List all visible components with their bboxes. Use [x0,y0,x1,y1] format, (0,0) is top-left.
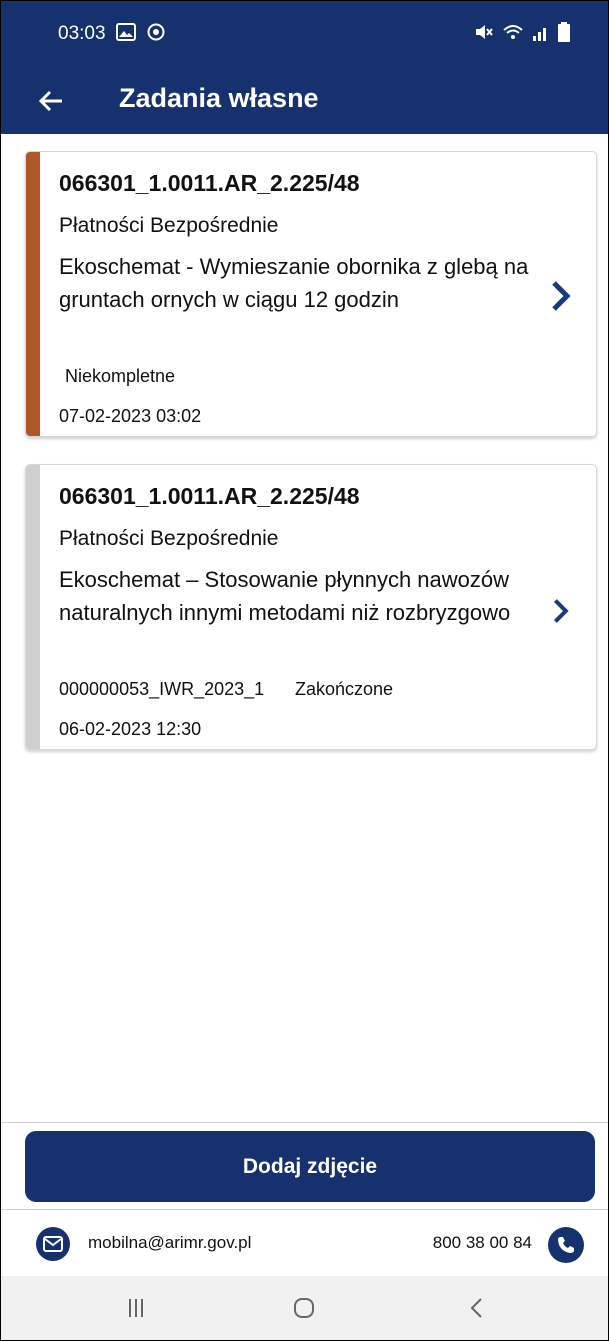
task-description: Ekoschemat – Stosowanie płynnych nawozów… [59,567,511,625]
task-status-stripe [26,152,40,436]
task-card[interactable]: 066301_1.0011.AR_2.225/48 Płatności Bezp… [25,464,597,750]
task-card[interactable]: 066301_1.0011.AR_2.225/48 Płatności Bezp… [25,151,597,437]
back-button[interactable] [34,84,68,118]
signal-icon [533,28,546,41]
home-button[interactable] [284,1290,324,1326]
status-right-icons [474,22,570,42]
task-description: Ekoschemat - Wymieszanie obornika z gleb… [59,254,529,312]
envelope-icon [43,1236,63,1252]
chevron-right-icon [553,599,569,623]
chevron-right-icon [552,281,571,311]
home-icon [294,1298,314,1318]
task-category: Płatności Bezpośrednie [59,527,279,550]
task-id: 000000053_IWR_2023_1 [59,679,265,699]
task-code: 066301_1.0011.AR_2.225/48 [59,170,360,196]
task-list: 066301_1.0011.AR_2.225/48 Płatności Bezp… [1,134,608,1122]
task-date: 06-02-2023 12:30 [59,719,202,739]
add-photo-button[interactable]: Dodaj zdjęcie [25,1131,595,1202]
task-code: 066301_1.0011.AR_2.225/48 [59,483,360,509]
recent-apps-icon [129,1299,143,1317]
gallery-icon [116,23,136,41]
task-status: Zakończone [295,679,394,699]
task-category: Płatności Bezpośrednie [59,214,279,237]
sync-icon [147,23,165,41]
chevron-left-icon [470,1298,482,1318]
contact-email[interactable]: mobilna@arimr.gov.pl [88,1233,251,1253]
app-bar: Zadania własne [1,67,608,134]
app-frame: 03:03 Zadania własne 066301_1.0011.AR_2.… [0,0,609,1341]
handset-icon [558,1237,574,1253]
mail-icon[interactable] [36,1227,70,1261]
status-left-icons [116,22,166,42]
status-time: 03:03 [58,23,106,44]
contact-footer: mobilna@arimr.gov.pl 800 38 00 84 [1,1209,608,1276]
page-title: Zadania własne [119,83,319,113]
task-status-stripe [26,465,40,749]
task-status: Niekompletne [65,366,176,386]
task-date: 07-02-2023 03:02 [59,406,202,426]
divider [1,1122,608,1123]
phone-icon[interactable] [548,1227,584,1263]
recent-apps-button[interactable] [116,1290,156,1326]
battery-icon [558,22,570,42]
mute-icon [476,25,493,39]
arrow-left-icon [38,90,62,112]
status-bar: 03:03 [1,1,608,67]
wifi-icon [503,25,523,39]
contact-phone[interactable]: 800 38 00 84 [433,1233,532,1253]
back-nav-button[interactable] [457,1290,497,1326]
system-nav-bar [1,1276,608,1340]
